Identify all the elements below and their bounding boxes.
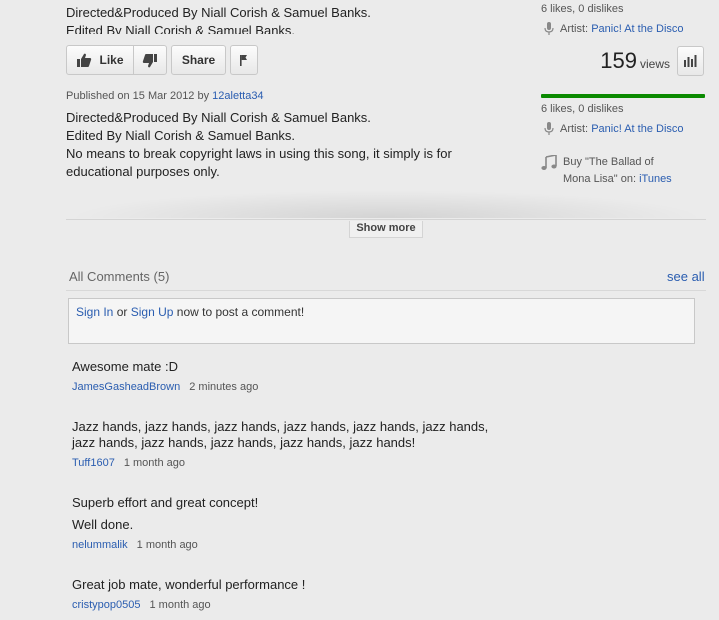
flag-icon <box>240 55 247 66</box>
show-more-button[interactable]: Show more <box>349 221 423 238</box>
description-cut-off: Directed&Produced By Niall Corish & Samu… <box>66 4 466 34</box>
comment-time: 1 month ago <box>149 599 211 611</box>
comment-item: Awesome mate :D JamesGasheadBrown 2 minut… <box>72 359 522 393</box>
description-line: Directed&Produced By Niall Corish & Samu… <box>66 110 371 125</box>
description-line: Edited By Niall Corish & Samuel Banks. <box>66 128 296 143</box>
comment-text-line: jazz hands, jazz hands, jazz hands, jazz… <box>72 435 416 450</box>
comment-item: Great job mate, wonderful performance ! … <box>72 577 522 611</box>
comment-text: Great job mate, wonderful performance ! <box>72 577 306 592</box>
view-count: 159 views <box>560 48 670 74</box>
share-button[interactable]: Share <box>171 45 226 75</box>
comment-text-line: Jazz hands, jazz hands, jazz hands, jazz… <box>72 419 489 434</box>
sign-in-link[interactable]: Sign In <box>76 305 113 319</box>
itunes-link[interactable]: iTunes <box>639 173 672 185</box>
video-description: Directed&Produced By Niall Corish & Samu… <box>66 109 486 181</box>
music-note-icon <box>541 155 557 170</box>
comment-author[interactable]: JamesGasheadBrown <box>72 381 180 393</box>
dislike-button[interactable] <box>133 45 167 75</box>
microphone-icon <box>544 122 554 135</box>
description-divider <box>66 219 706 220</box>
description-cut-line-1: Directed&Produced By Niall Corish & Samu… <box>66 5 371 20</box>
comment-time: 1 month ago <box>123 457 185 469</box>
description-line: educational purposes only. <box>66 164 220 179</box>
thumbs-up-icon <box>77 53 92 67</box>
sign-up-link[interactable]: Sign Up <box>131 305 174 319</box>
comment-text-line: Well done. <box>72 517 134 532</box>
published-info: Published on 15 Mar 2012 by 12aletta34 <box>66 90 264 102</box>
bar-chart-icon <box>684 55 697 67</box>
comments-title: All Comments (5) <box>69 269 170 284</box>
artist-info: Artist: Panic! At the Disco <box>544 122 684 135</box>
post-comment-text: now to post a comment! <box>176 305 305 319</box>
like-ratio-bar <box>541 94 705 98</box>
sign-in-prompt: Sign In or Sign Up now to post a comment… <box>68 298 695 344</box>
published-date: Published on 15 Mar 2012 by <box>66 90 210 102</box>
comment-item: Jazz hands, jazz hands, jazz hands, jazz… <box>72 419 522 469</box>
artist-label: Artist: <box>560 22 589 35</box>
comment-text: Awesome mate :D <box>72 359 178 374</box>
buy-text-line2: Mona Lisa" on: <box>563 173 637 185</box>
description-fade <box>66 190 706 218</box>
comment-item: Superb effort and great concept! Well do… <box>72 495 522 551</box>
comment-author[interactable]: nelummalik <box>72 539 128 551</box>
artist-label: Artist: <box>560 122 589 135</box>
view-count-number: 159 <box>600 48 637 73</box>
comment-time: 1 month ago <box>136 539 198 551</box>
likes-summary-top: 6 likes, 0 dislikes <box>541 3 624 15</box>
artist-link[interactable]: Panic! At the Disco <box>591 123 683 135</box>
comment-author[interactable]: cristypop0505 <box>72 599 141 611</box>
view-count-label: views <box>639 57 670 71</box>
comments-divider <box>66 290 706 291</box>
flag-button[interactable] <box>230 45 258 75</box>
likes-summary: 6 likes, 0 dislikes <box>541 103 624 115</box>
comment-author[interactable]: Tuff1607 <box>72 457 115 469</box>
see-all-link[interactable]: see all <box>667 269 705 284</box>
description-cut-line-2: Edited By Niall Corish & Samuel Banks. <box>66 23 296 34</box>
microphone-icon <box>544 22 554 35</box>
artist-info-top: Artist: Panic! At the Disco <box>544 22 684 35</box>
comment-time: 2 minutes ago <box>189 381 259 393</box>
thumbs-down-icon <box>142 53 157 67</box>
or-text: or <box>116 305 128 319</box>
comment-text-line: Superb effort and great concept! <box>72 495 259 510</box>
statistics-button[interactable] <box>677 46 704 76</box>
like-label: Like <box>99 53 124 67</box>
share-label: Share <box>181 53 216 67</box>
uploader-link[interactable]: 12aletta34 <box>212 90 263 102</box>
like-button[interactable]: Like <box>66 45 134 75</box>
buy-text-line1: Buy "The Ballad of <box>563 156 654 168</box>
artist-link[interactable]: Panic! At the Disco <box>591 23 683 35</box>
description-line: No means to break copyright laws in usin… <box>66 146 452 161</box>
buy-song-info: Buy "The Ballad of Mona Lisa" on: iTunes <box>541 154 672 188</box>
